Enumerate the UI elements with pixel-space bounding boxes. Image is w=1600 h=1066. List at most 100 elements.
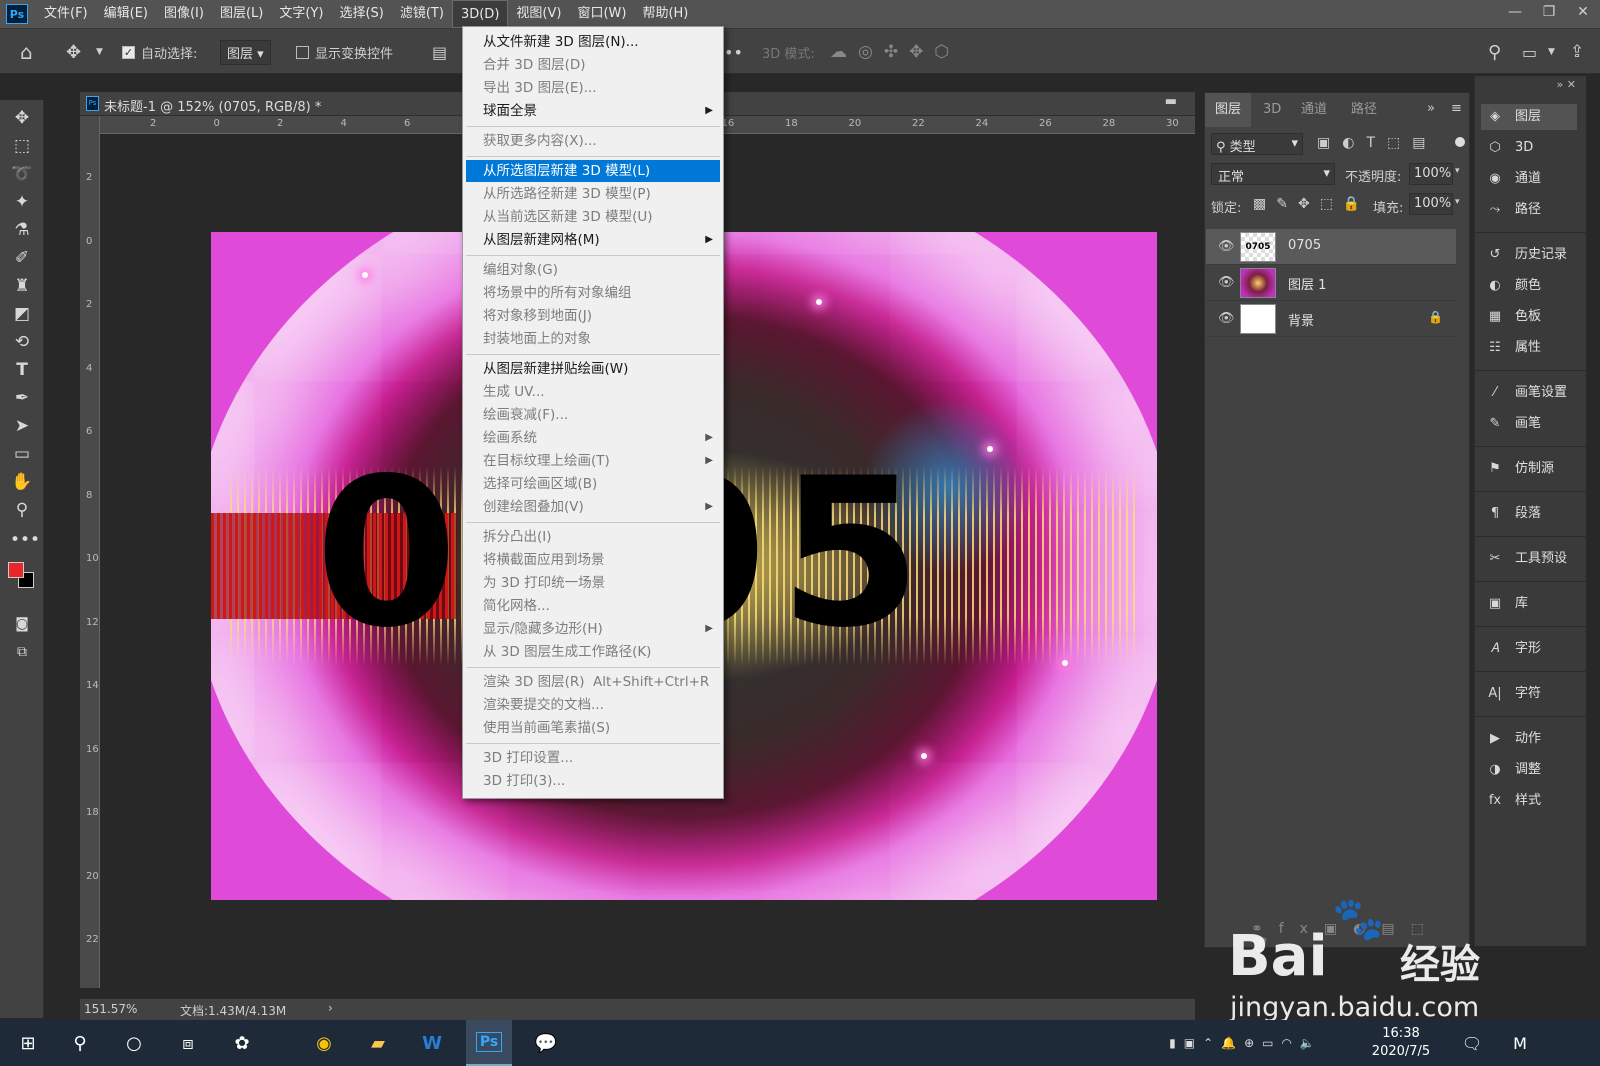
dock-item[interactable]: ▶ 动作 bbox=[1485, 726, 1585, 752]
path-select-icon[interactable]: ➤ bbox=[10, 414, 34, 438]
search-icon[interactable]: ⚲ bbox=[60, 1020, 100, 1066]
search-icon[interactable]: ⚲ bbox=[1488, 29, 1501, 75]
menu-item[interactable]: 从图层新建拼贴绘画(W) bbox=[463, 358, 723, 380]
dock-item[interactable]: 𝐴 字形 bbox=[1485, 636, 1585, 662]
close-button[interactable]: ✕ bbox=[1566, 0, 1600, 28]
dock-item[interactable]: ↺ 历史记录 bbox=[1485, 242, 1585, 268]
history-brush-icon[interactable]: ⟲ bbox=[10, 330, 34, 354]
share-icon[interactable]: ⇪ bbox=[1570, 29, 1584, 75]
menu-item[interactable]: 从文件新建 3D 图层(N)... bbox=[463, 31, 723, 53]
cortana-icon[interactable]: ○ bbox=[114, 1020, 154, 1066]
clock[interactable]: 16:38 2020/7/5 bbox=[1356, 1020, 1446, 1066]
more-tools-icon[interactable]: ••• bbox=[10, 528, 40, 552]
chevron-down-icon[interactable]: ▼ bbox=[96, 29, 103, 75]
brush-tool-icon[interactable]: ✐ bbox=[10, 246, 34, 270]
visibility-eye-icon[interactable]: 👁 bbox=[1218, 311, 1235, 326]
zoom-icon[interactable]: ⚲ bbox=[10, 498, 34, 522]
visibility-eye-icon[interactable]: 👁 bbox=[1218, 275, 1235, 290]
restore-button[interactable]: ❐ bbox=[1532, 0, 1566, 28]
move-tool-icon[interactable]: ✥ bbox=[66, 29, 81, 75]
home-icon[interactable]: ⌂ bbox=[20, 29, 33, 75]
move-icon[interactable]: ✥ bbox=[10, 106, 34, 130]
filter-toggle-icon[interactable] bbox=[1455, 137, 1465, 147]
dock-item[interactable]: ⚑ 仿制源 bbox=[1485, 456, 1585, 482]
workspace-chevron-icon[interactable]: ▼ bbox=[1548, 29, 1555, 75]
auto-select-checkbox[interactable]: ✓ bbox=[122, 45, 135, 59]
foreground-color-swatch[interactable] bbox=[8, 562, 24, 578]
lock-icons[interactable]: ▩✎✥⬚🔒 bbox=[1253, 196, 1370, 212]
tab-channels[interactable]: 通道 bbox=[1301, 93, 1327, 127]
stamp-icon[interactable]: ♜ bbox=[10, 274, 34, 298]
layer-filter-dropdown[interactable]: ⚲ 类型 ▾ bbox=[1211, 133, 1303, 155]
windows-start-icon[interactable]: ⊞ bbox=[8, 1020, 48, 1066]
menu-file[interactable]: 文件(F) bbox=[36, 0, 96, 28]
dock-item[interactable]: ◉ 通道 bbox=[1485, 166, 1585, 192]
align-icon[interactable]: ▤ bbox=[432, 29, 447, 75]
menu-layer[interactable]: 图层(L) bbox=[212, 0, 271, 28]
menu-window[interactable]: 窗口(W) bbox=[569, 0, 634, 28]
opacity-input[interactable]: 100% bbox=[1409, 163, 1453, 185]
screen-mode-icon[interactable]: ⧉ bbox=[10, 640, 34, 664]
dock-item[interactable]: ◈ 图层 bbox=[1481, 104, 1577, 130]
dock-controls-icon[interactable]: » ✕ bbox=[1557, 78, 1576, 91]
menu-edit[interactable]: 编辑(E) bbox=[96, 0, 156, 28]
menu-view[interactable]: 视图(V) bbox=[508, 0, 569, 28]
menu-select[interactable]: 选择(S) bbox=[331, 0, 391, 28]
menu-filter[interactable]: 滤镜(T) bbox=[392, 0, 452, 28]
eraser-icon[interactable]: ◩ bbox=[10, 302, 34, 326]
opacity-chevron-icon[interactable]: ▾ bbox=[1455, 166, 1460, 176]
dock-item[interactable]: ⤳ 路径 bbox=[1485, 197, 1585, 223]
photoshop-taskbar-icon[interactable]: Ps bbox=[466, 1020, 512, 1066]
menu-3d[interactable]: 3D(D) bbox=[451, 0, 509, 28]
dock-item[interactable]: ✎ 画笔 bbox=[1485, 411, 1585, 437]
layer-row-0705[interactable]: 👁 0705 0705 bbox=[1206, 229, 1456, 265]
dock-item[interactable]: A| 字符 bbox=[1485, 681, 1585, 707]
lasso-icon[interactable]: ➰ bbox=[10, 162, 34, 186]
tab-3d[interactable]: 3D bbox=[1263, 93, 1281, 127]
ime-icon[interactable]: M bbox=[1500, 1020, 1540, 1066]
menu-item[interactable]: 从所选图层新建 3D 模型(L) bbox=[466, 160, 720, 182]
app-icon[interactable]: ✿ bbox=[222, 1020, 262, 1066]
3d-mode-tools-icon[interactable]: ☁◎✣✥⬡ bbox=[830, 29, 960, 75]
pen-icon[interactable]: ✒ bbox=[10, 386, 34, 410]
visibility-eye-icon[interactable]: 👁 bbox=[1218, 239, 1235, 254]
menu-help[interactable]: 帮助(H) bbox=[634, 0, 696, 28]
magic-wand-icon[interactable]: ✦ bbox=[10, 190, 34, 214]
dock-item[interactable]: ▦ 色板 bbox=[1485, 304, 1585, 330]
tab-paths[interactable]: 路径 bbox=[1351, 93, 1377, 127]
dock-item[interactable]: ⬡ 3D bbox=[1485, 135, 1585, 161]
dock-item[interactable]: ▣ 库 bbox=[1485, 591, 1585, 617]
hand-icon[interactable]: ✋ bbox=[10, 470, 34, 494]
wechat-icon[interactable]: 💬 bbox=[526, 1020, 566, 1066]
fill-chevron-icon[interactable]: ▾ bbox=[1455, 197, 1460, 207]
dock-item[interactable]: ¶ 段落 bbox=[1485, 501, 1585, 527]
menu-image[interactable]: 图像(I) bbox=[156, 0, 212, 28]
status-arrow-icon[interactable]: › bbox=[328, 1001, 333, 1015]
dock-item[interactable]: ✂ 工具预设 bbox=[1485, 546, 1585, 572]
fill-input[interactable]: 100% bbox=[1409, 193, 1453, 215]
filter-icons[interactable]: ▣◐T⬚▤ bbox=[1317, 135, 1437, 151]
dock-item[interactable]: ☷ 属性 bbox=[1485, 335, 1585, 361]
minimize-button[interactable]: — bbox=[1498, 0, 1532, 28]
eyedropper-icon[interactable]: ⚗ bbox=[10, 218, 34, 242]
system-tray-icons[interactable]: ▮▣⌃🔔⊕▭◠🔈 bbox=[1166, 1020, 1326, 1066]
word-icon[interactable]: W bbox=[412, 1020, 452, 1066]
layer-name[interactable]: 图层 1 bbox=[1288, 274, 1326, 293]
chrome-icon[interactable]: ◉ bbox=[304, 1020, 344, 1066]
layer-name[interactable]: 0705 bbox=[1288, 238, 1321, 253]
menu-item[interactable]: 从图层新建网格(M) ▶ bbox=[463, 229, 723, 251]
more-options-icon[interactable]: •• bbox=[724, 29, 743, 75]
quick-mask-icon[interactable]: ◙ bbox=[10, 612, 34, 636]
layer-name[interactable]: 背景 bbox=[1288, 310, 1314, 329]
rectangle-icon[interactable]: ▭ bbox=[10, 442, 34, 466]
panel-expand-icon[interactable]: » bbox=[1427, 101, 1435, 116]
dock-item[interactable]: fx 样式 bbox=[1485, 788, 1585, 814]
file-explorer-icon[interactable]: ▰ bbox=[358, 1020, 398, 1066]
color-swatches[interactable] bbox=[6, 560, 36, 590]
auto-select-dropdown[interactable]: 图层 ▾ bbox=[220, 39, 271, 65]
notification-center-icon[interactable]: 🗨 bbox=[1452, 1020, 1492, 1066]
layer-row-background[interactable]: 👁 背景 🔒 bbox=[1206, 301, 1456, 337]
panel-menu-icon[interactable]: ≡ bbox=[1451, 101, 1462, 116]
workspace-icon[interactable]: ▭ bbox=[1522, 29, 1537, 75]
type-tool-icon[interactable]: T bbox=[10, 358, 34, 382]
